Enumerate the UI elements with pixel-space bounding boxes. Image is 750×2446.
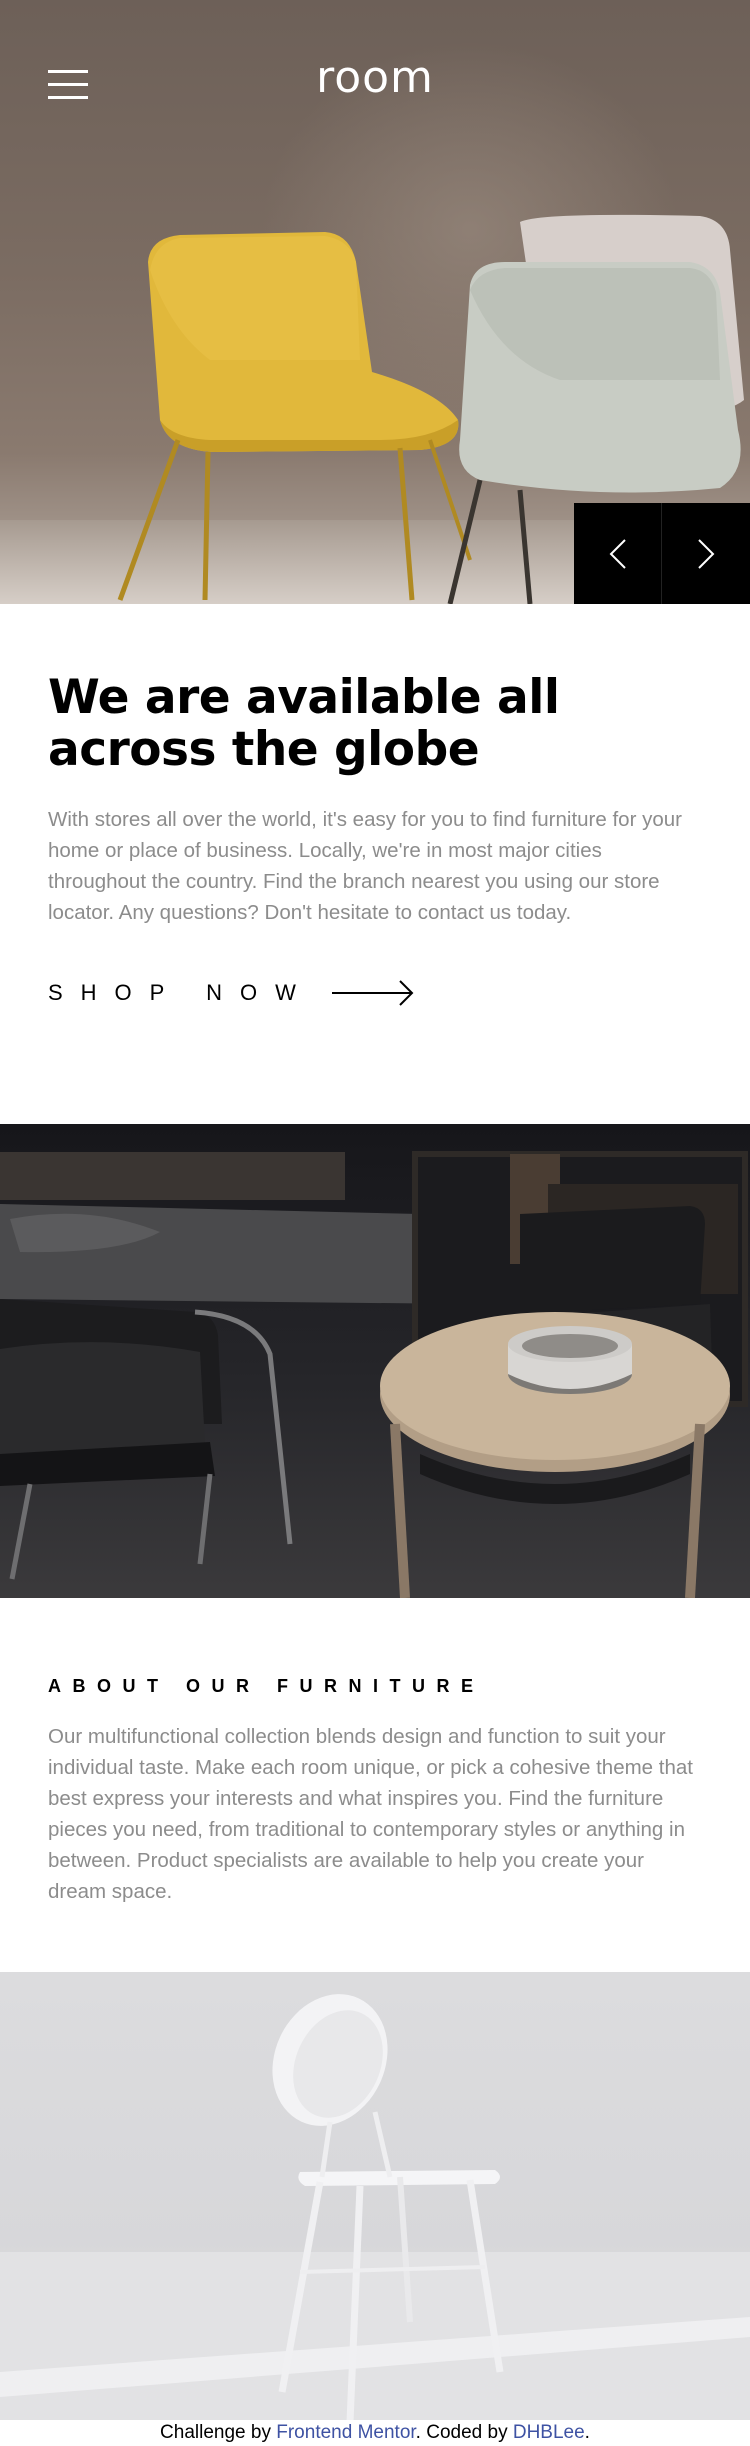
attribution-suffix: . <box>584 2422 590 2443</box>
dark-furniture-image <box>0 1124 750 1598</box>
shop-now-link[interactable]: SHOP NOW <box>48 980 702 1006</box>
frontend-mentor-link[interactable]: Frontend Mentor <box>276 2422 415 2443</box>
attribution-prefix: Challenge by <box>160 2422 277 2443</box>
intro-section: We are available all across the globe Wi… <box>0 604 750 1124</box>
about-section: ABOUT OUR FURNITURE Our multifunctional … <box>0 1598 750 1972</box>
slider-prev-button[interactable] <box>574 503 662 604</box>
about-title: ABOUT OUR FURNITURE <box>48 1676 485 1696</box>
intro-title: We are available all across the globe <box>48 670 560 777</box>
attribution: Challenge by Frontend Mentor. Coded by D… <box>0 2420 750 2446</box>
slider-next-button[interactable] <box>662 503 750 604</box>
shop-now-label: SHOP NOW <box>48 980 314 1005</box>
slider-controls <box>574 503 750 604</box>
intro-body: With stores all over the world, it's eas… <box>48 808 682 924</box>
site-logo[interactable]: room <box>0 52 750 103</box>
arrow-right-icon <box>331 980 414 1006</box>
about-body: Our multifunctional collection blends de… <box>48 1725 693 1903</box>
chevron-left-icon <box>609 538 626 569</box>
author-link[interactable]: DHBLee <box>513 2422 585 2443</box>
hero-section: room <box>0 0 750 604</box>
chevron-right-icon <box>698 538 715 569</box>
white-chair-image <box>0 1972 750 2422</box>
attribution-middle: . Coded by <box>415 2422 513 2443</box>
